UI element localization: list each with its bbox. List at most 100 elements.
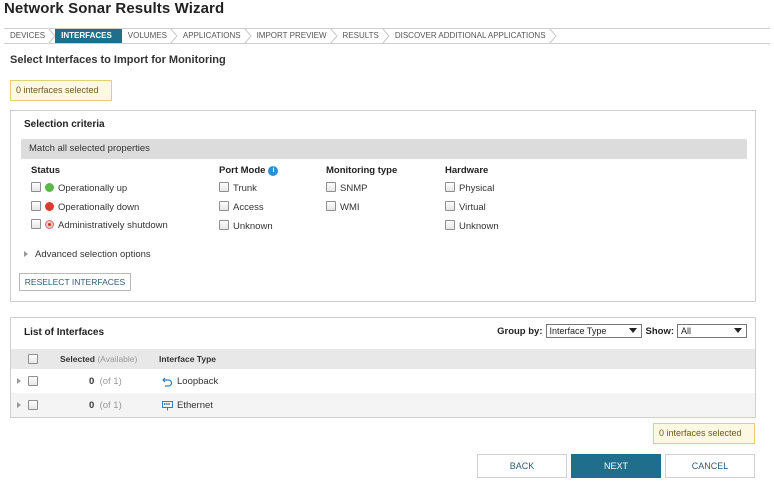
chevron-right-icon <box>549 29 557 43</box>
row-checkbox-cell <box>28 369 42 393</box>
hardware-virtual[interactable]: Virtual <box>445 201 486 213</box>
row-interface-type: Loopback <box>162 369 218 393</box>
step-discover-additional-applications[interactable]: DISCOVER ADDITIONAL APPLICATIONS <box>389 29 557 43</box>
step-label: APPLICATIONS <box>182 31 241 40</box>
step-volumes[interactable]: VOLUMES <box>122 29 178 43</box>
available-header-label: (Available) <box>97 354 138 364</box>
row-checkbox[interactable] <box>28 376 38 386</box>
row-expand[interactable] <box>17 393 28 417</box>
option-label: Trunk <box>233 183 257 194</box>
option-label: Operationally up <box>58 183 128 194</box>
checkbox[interactable] <box>219 220 229 230</box>
show-value: All <box>681 326 692 336</box>
selected-count-badge-bottom: 0 interfaces selected <box>653 423 755 444</box>
option-label: Unknown <box>233 221 273 232</box>
row-expand[interactable] <box>17 369 28 393</box>
status-option-shutdown[interactable]: Administratively shutdown <box>31 219 168 231</box>
list-title: List of Interfaces <box>24 327 105 338</box>
step-results[interactable]: RESULTS <box>337 29 390 43</box>
select-all-checkbox[interactable] <box>28 354 38 364</box>
chevron-down-icon <box>734 328 742 333</box>
hardware-heading: Hardware <box>445 165 489 176</box>
reselect-interfaces-button[interactable]: RESELECT INTERFACES <box>19 273 131 291</box>
checkbox[interactable] <box>31 201 41 211</box>
interface-type-column-header[interactable]: Interface Type <box>159 349 216 369</box>
option-label: Administratively shutdown <box>58 220 168 231</box>
checkbox[interactable] <box>219 201 229 211</box>
section-title: Select Interfaces to Import for Monitori… <box>10 54 226 66</box>
checkbox[interactable] <box>31 182 41 192</box>
available-count: (of 1) <box>99 399 122 411</box>
step-import-preview[interactable]: IMPORT PREVIEW <box>251 29 338 43</box>
option-label: Unknown <box>459 221 499 232</box>
next-button[interactable]: NEXT <box>571 454 661 478</box>
group-by-label: Group by: <box>497 325 543 337</box>
monitoring-type-heading: Monitoring type <box>326 165 398 176</box>
status-up-icon <box>45 183 54 192</box>
monitoring-wmi[interactable]: WMI <box>326 201 360 213</box>
status-option-down[interactable]: Operationally down <box>31 201 139 213</box>
port-mode-heading: Port Mode i <box>219 165 279 176</box>
hardware-unknown[interactable]: Unknown <box>445 220 499 232</box>
selected-count: 0 <box>89 399 95 411</box>
option-label: SNMP <box>340 183 368 194</box>
show-label: Show: <box>645 325 675 337</box>
back-button[interactable]: BACK <box>477 454 567 478</box>
checkbox[interactable] <box>326 201 336 211</box>
ethernet-icon <box>162 400 173 410</box>
step-label: DISCOVER ADDITIONAL APPLICATIONS <box>394 31 546 40</box>
status-shutdown-icon <box>45 220 54 229</box>
status-heading: Status <box>31 165 61 176</box>
port-mode-unknown[interactable]: Unknown <box>219 220 273 232</box>
row-selected-count: 0 (of 1) <box>89 369 122 393</box>
status-down-icon <box>45 202 54 211</box>
expand-arrow-icon <box>17 402 21 408</box>
match-all-bar: Match all selected properties <box>21 139 747 159</box>
interface-type-label: Ethernet <box>177 399 213 411</box>
selected-header-label: Selected <box>60 354 95 364</box>
interfaces-list-panel: List of Interfaces Group by: Interface T… <box>10 317 756 418</box>
row-checkbox[interactable] <box>28 400 38 410</box>
row-selected-count: 0 (of 1) <box>89 393 122 417</box>
checkbox[interactable] <box>445 201 455 211</box>
group-by-value: Interface Type <box>549 326 607 336</box>
wizard-steps: DEVICES INTERFACES VOLUMES APPLICATIONS … <box>4 28 770 44</box>
option-label: WMI <box>340 202 360 213</box>
group-by-select[interactable]: Interface Type <box>545 324 642 338</box>
monitoring-snmp[interactable]: SNMP <box>326 182 367 194</box>
checkbox[interactable] <box>31 219 41 229</box>
checkbox[interactable] <box>326 182 336 192</box>
row-checkbox-cell <box>28 393 42 417</box>
expand-arrow-icon <box>24 251 28 257</box>
step-interfaces[interactable]: INTERFACES <box>55 29 122 43</box>
step-applications[interactable]: APPLICATIONS <box>177 29 252 43</box>
advanced-label: Advanced selection options <box>35 249 151 260</box>
table-row[interactable]: 0 (of 1) Ethernet <box>11 393 755 417</box>
selection-criteria-panel: Selection criteria Match all selected pr… <box>10 110 756 302</box>
table-row[interactable]: 0 (of 1) Loopback <box>11 369 755 393</box>
advanced-selection-toggle[interactable]: Advanced selection options <box>24 249 151 260</box>
step-label: DEVICES <box>10 31 46 40</box>
status-option-up[interactable]: Operationally up <box>31 182 127 194</box>
port-mode-label: Port Mode <box>219 165 266 176</box>
info-icon[interactable]: i <box>268 166 279 176</box>
step-label: RESULTS <box>342 31 379 40</box>
checkbox[interactable] <box>445 182 455 192</box>
step-devices[interactable]: DEVICES <box>4 29 56 43</box>
group-by-controls: Group by: Interface Type Show: All <box>497 324 747 338</box>
port-mode-access[interactable]: Access <box>219 201 264 213</box>
checkbox[interactable] <box>219 182 229 192</box>
interface-type-label: Loopback <box>177 375 219 387</box>
step-label: INTERFACES <box>61 31 112 40</box>
cancel-button[interactable]: CANCEL <box>665 454 755 478</box>
option-label: Physical <box>459 183 495 194</box>
step-label: IMPORT PREVIEW <box>256 31 327 40</box>
hardware-physical[interactable]: Physical <box>445 182 494 194</box>
expand-arrow-icon <box>17 378 21 384</box>
selected-column-header[interactable]: Selected (Available) <box>60 349 137 369</box>
port-mode-trunk[interactable]: Trunk <box>219 182 257 194</box>
selected-count: 0 <box>89 375 95 387</box>
show-select[interactable]: All <box>677 324 747 338</box>
checkbox[interactable] <box>445 220 455 230</box>
step-label: VOLUMES <box>127 31 167 40</box>
